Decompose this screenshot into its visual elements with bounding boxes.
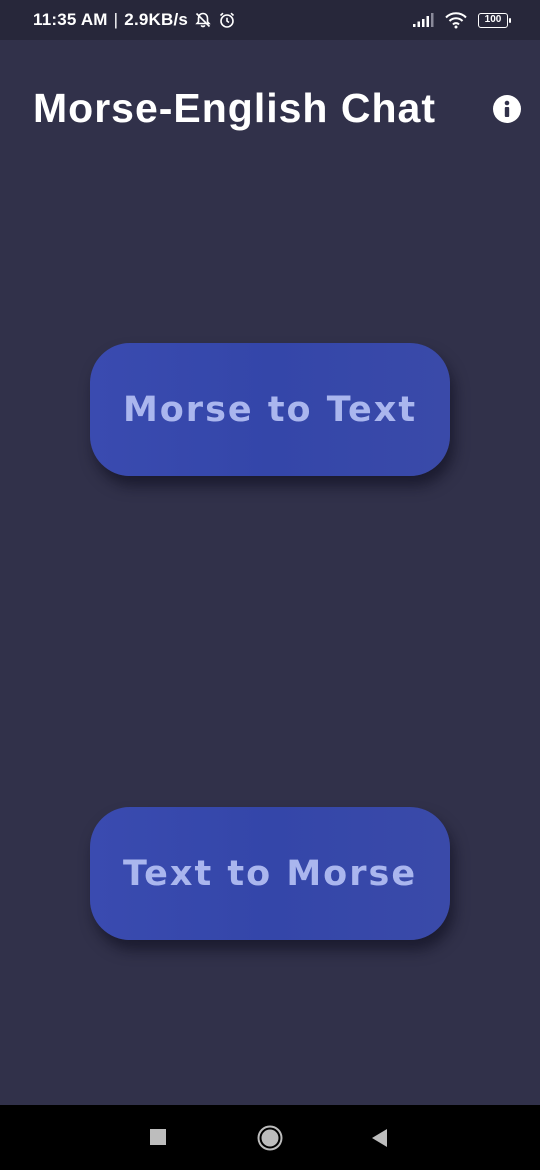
status-right: 100 xyxy=(412,0,511,40)
navigation-bar xyxy=(0,1105,540,1170)
app-title: Morse-English Chat xyxy=(33,85,436,131)
status-time: 11:35 AM xyxy=(33,10,108,29)
status-separator: | xyxy=(113,10,119,29)
back-icon[interactable] xyxy=(370,1128,390,1148)
recents-icon[interactable] xyxy=(150,1129,166,1145)
battery-icon: 100 xyxy=(478,12,511,28)
network-speed: 2.9KB/s xyxy=(124,10,189,29)
status-bar: 11:35 AM | 2.9KB/s 100 xyxy=(0,0,540,40)
wifi-icon xyxy=(444,11,468,29)
alarm-icon xyxy=(218,11,236,29)
text-to-morse-button[interactable]: Text to Morse xyxy=(90,807,450,940)
status-left: 11:35 AM | 2.9KB/s xyxy=(33,0,236,40)
morse-to-text-button[interactable]: Morse to Text xyxy=(90,343,450,476)
bell-off-icon xyxy=(194,11,212,29)
info-icon[interactable] xyxy=(493,95,521,123)
home-icon[interactable] xyxy=(257,1125,283,1151)
signal-icon xyxy=(412,12,434,28)
